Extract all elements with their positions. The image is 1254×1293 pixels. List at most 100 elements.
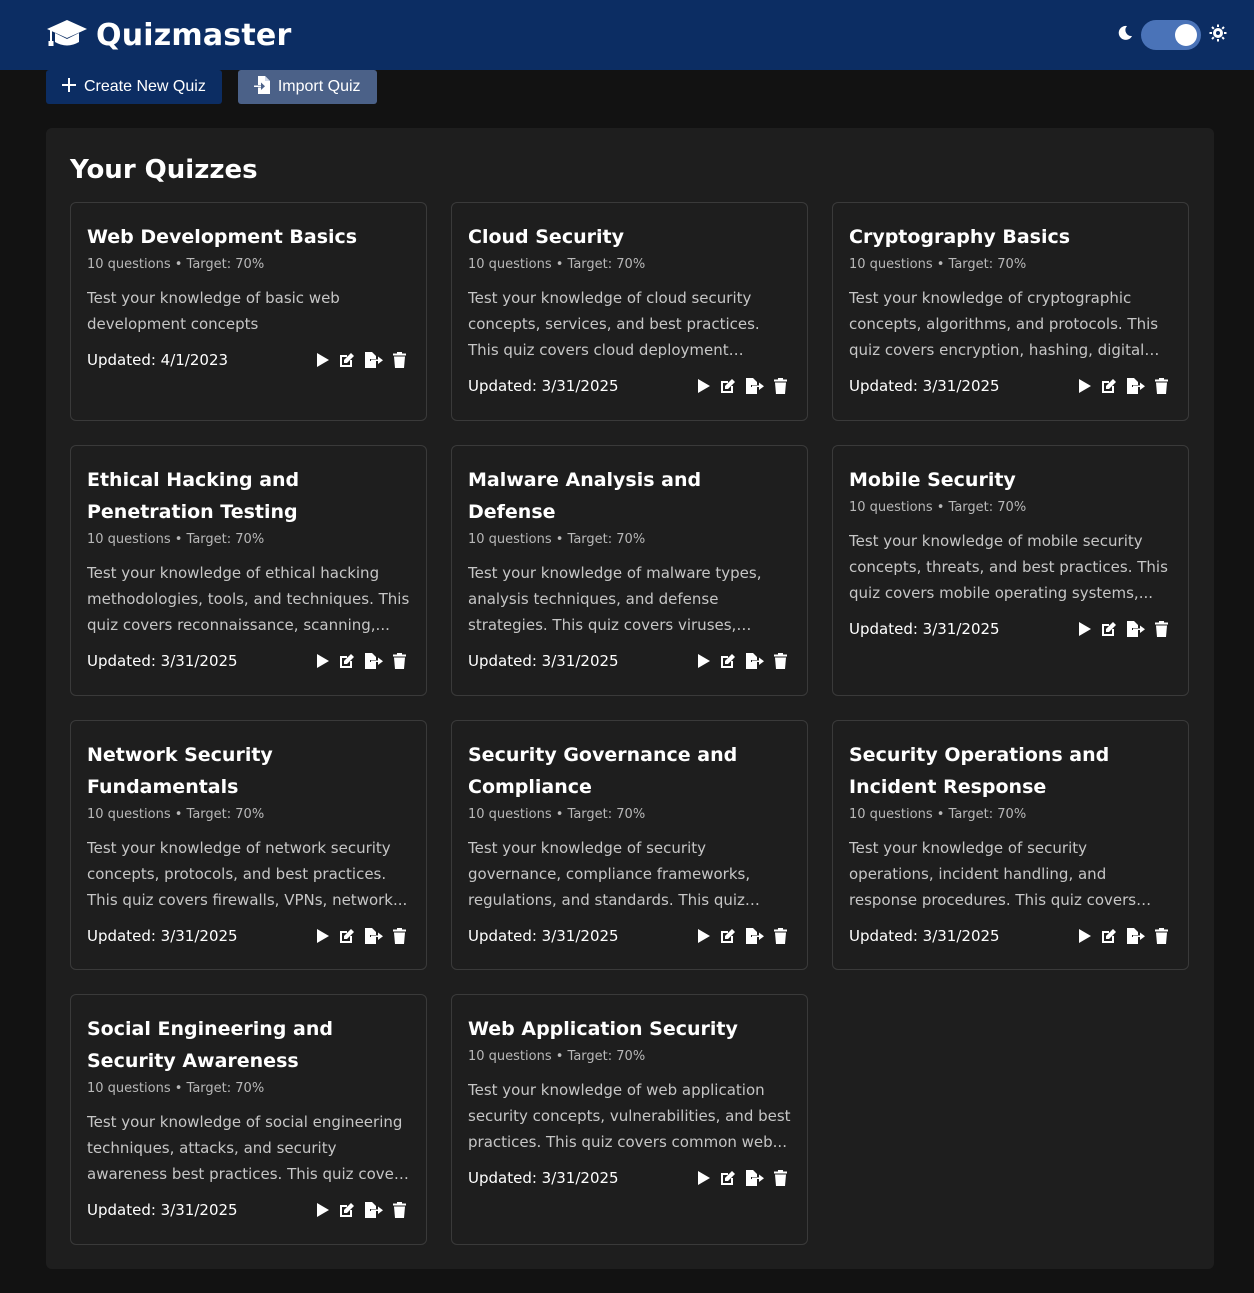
trash-icon[interactable]	[774, 928, 787, 944]
play-icon[interactable]	[1079, 379, 1091, 393]
quiz-updated: Updated: 4/1/2023	[87, 351, 229, 369]
export-icon[interactable]	[1127, 378, 1145, 394]
quiz-description: Test your knowledge of ethical hacking m…	[87, 564, 410, 634]
quiz-meta: 10 questions • Target: 70%	[468, 807, 646, 822]
quizzes-panel: Your Quizzes Web Development Basics 10 q…	[46, 128, 1214, 1269]
quiz-card[interactable]: Ethical Hacking and Penetration Testing …	[70, 445, 427, 696]
play-icon[interactable]	[317, 353, 329, 367]
quiz-card[interactable]: Cloud Security 10 questions • Target: 70…	[451, 202, 808, 421]
edit-icon[interactable]	[720, 378, 736, 394]
play-icon[interactable]	[317, 1203, 329, 1217]
play-icon[interactable]	[698, 1171, 710, 1185]
quiz-footer: Updated: 4/1/2023	[87, 351, 410, 369]
edit-icon[interactable]	[1101, 621, 1117, 637]
quiz-card[interactable]: Security Operations and Incident Respons…	[832, 720, 1189, 970]
play-icon[interactable]	[1079, 929, 1091, 943]
quiz-actions	[317, 1202, 410, 1218]
export-icon[interactable]	[1127, 621, 1145, 637]
quiz-updated: Updated: 3/31/2025	[849, 620, 1000, 638]
quiz-updated: Updated: 3/31/2025	[468, 927, 619, 945]
trash-icon[interactable]	[393, 653, 406, 669]
trash-icon[interactable]	[774, 1170, 787, 1186]
edit-icon[interactable]	[339, 928, 355, 944]
export-icon[interactable]	[746, 378, 764, 394]
quiz-card[interactable]: Network Security Fundamentals 10 questio…	[70, 720, 427, 970]
edit-icon[interactable]	[339, 352, 355, 368]
edit-icon[interactable]	[1101, 928, 1117, 944]
quiz-updated: Updated: 3/31/2025	[87, 927, 238, 945]
quiz-card[interactable]: Web Application Security 10 questions • …	[451, 994, 808, 1245]
quiz-footer: Updated: 3/31/2025	[468, 927, 791, 945]
quiz-updated: Updated: 3/31/2025	[468, 377, 619, 395]
trash-icon[interactable]	[393, 352, 406, 368]
export-icon[interactable]	[746, 653, 764, 669]
export-icon[interactable]	[1127, 928, 1145, 944]
quiz-footer: Updated: 3/31/2025	[849, 377, 1172, 395]
play-icon[interactable]	[698, 929, 710, 943]
quiz-meta: 10 questions • Target: 70%	[87, 1081, 265, 1096]
edit-icon[interactable]	[720, 1170, 736, 1186]
export-icon[interactable]	[365, 653, 383, 669]
quiz-description: Test your knowledge of mobile security c…	[849, 532, 1168, 602]
quiz-title: Web Development Basics	[87, 226, 358, 248]
quiz-meta: 10 questions • Target: 70%	[468, 532, 646, 547]
import-quiz-label: Import Quiz	[277, 78, 361, 95]
trash-icon[interactable]	[774, 378, 787, 394]
app-title: Quizmaster	[96, 17, 292, 53]
quiz-footer: Updated: 3/31/2025	[468, 1169, 791, 1187]
quiz-updated: Updated: 3/31/2025	[468, 652, 619, 670]
theme-toggle[interactable]	[1141, 20, 1201, 50]
quiz-card[interactable]: Malware Analysis and Defense 10 question…	[451, 445, 808, 696]
quiz-meta: 10 questions • Target: 70%	[87, 257, 265, 272]
quiz-footer: Updated: 3/31/2025	[849, 620, 1172, 638]
quiz-meta: 10 questions • Target: 70%	[87, 807, 265, 822]
quiz-description: Test your knowledge of security operatio…	[849, 839, 1137, 909]
moon-icon	[1117, 25, 1133, 45]
create-quiz-button[interactable]: Create New Quiz	[46, 70, 222, 104]
quiz-card[interactable]: Mobile Security 10 questions • Target: 7…	[832, 445, 1189, 696]
export-icon[interactable]	[365, 928, 383, 944]
toggle-knob	[1175, 24, 1197, 46]
trash-icon[interactable]	[393, 1202, 406, 1218]
edit-icon[interactable]	[339, 653, 355, 669]
quiz-card[interactable]: Security Governance and Compliance 10 qu…	[451, 720, 808, 970]
trash-icon[interactable]	[1155, 378, 1168, 394]
export-icon[interactable]	[746, 928, 764, 944]
quiz-title: Network Security Fundamentals	[87, 744, 273, 798]
quiz-meta: 10 questions • Target: 70%	[849, 807, 1027, 822]
edit-icon[interactable]	[720, 928, 736, 944]
quiz-description: Test your knowledge of social engineerin…	[87, 1113, 408, 1183]
export-icon[interactable]	[365, 352, 383, 368]
export-icon[interactable]	[365, 1202, 383, 1218]
trash-icon[interactable]	[774, 653, 787, 669]
quiz-card[interactable]: Social Engineering and Security Awarenes…	[70, 994, 427, 1245]
play-icon[interactable]	[317, 929, 329, 943]
quiz-title: Security Governance and Compliance	[468, 744, 738, 798]
trash-icon[interactable]	[1155, 621, 1168, 637]
quiz-actions	[698, 1170, 791, 1186]
quiz-footer: Updated: 3/31/2025	[849, 927, 1172, 945]
quiz-meta: 10 questions • Target: 70%	[849, 500, 1027, 515]
quiz-card[interactable]: Cryptography Basics 10 questions • Targe…	[832, 202, 1189, 421]
quiz-meta: 10 questions • Target: 70%	[468, 1049, 646, 1064]
theme-switch[interactable]	[1117, 20, 1227, 50]
quiz-description: Test your knowledge of network security …	[87, 839, 408, 909]
quiz-footer: Updated: 3/31/2025	[468, 377, 791, 395]
trash-icon[interactable]	[1155, 928, 1168, 944]
edit-icon[interactable]	[720, 653, 736, 669]
export-icon[interactable]	[746, 1170, 764, 1186]
edit-icon[interactable]	[1101, 378, 1117, 394]
quiz-footer: Updated: 3/31/2025	[468, 652, 791, 670]
quiz-description: Test your knowledge of security governan…	[468, 839, 751, 909]
trash-icon[interactable]	[393, 928, 406, 944]
edit-icon[interactable]	[339, 1202, 355, 1218]
play-icon[interactable]	[317, 654, 329, 668]
import-quiz-button[interactable]: Import Quiz	[237, 70, 377, 104]
quiz-card[interactable]: Web Development Basics 10 questions • Ta…	[70, 202, 427, 421]
play-icon[interactable]	[1079, 622, 1091, 636]
section-title: Your Quizzes	[70, 155, 258, 185]
quiz-description: Test your knowledge of cryptographic con…	[849, 289, 1159, 359]
quiz-actions	[698, 378, 791, 394]
play-icon[interactable]	[698, 654, 710, 668]
play-icon[interactable]	[698, 379, 710, 393]
